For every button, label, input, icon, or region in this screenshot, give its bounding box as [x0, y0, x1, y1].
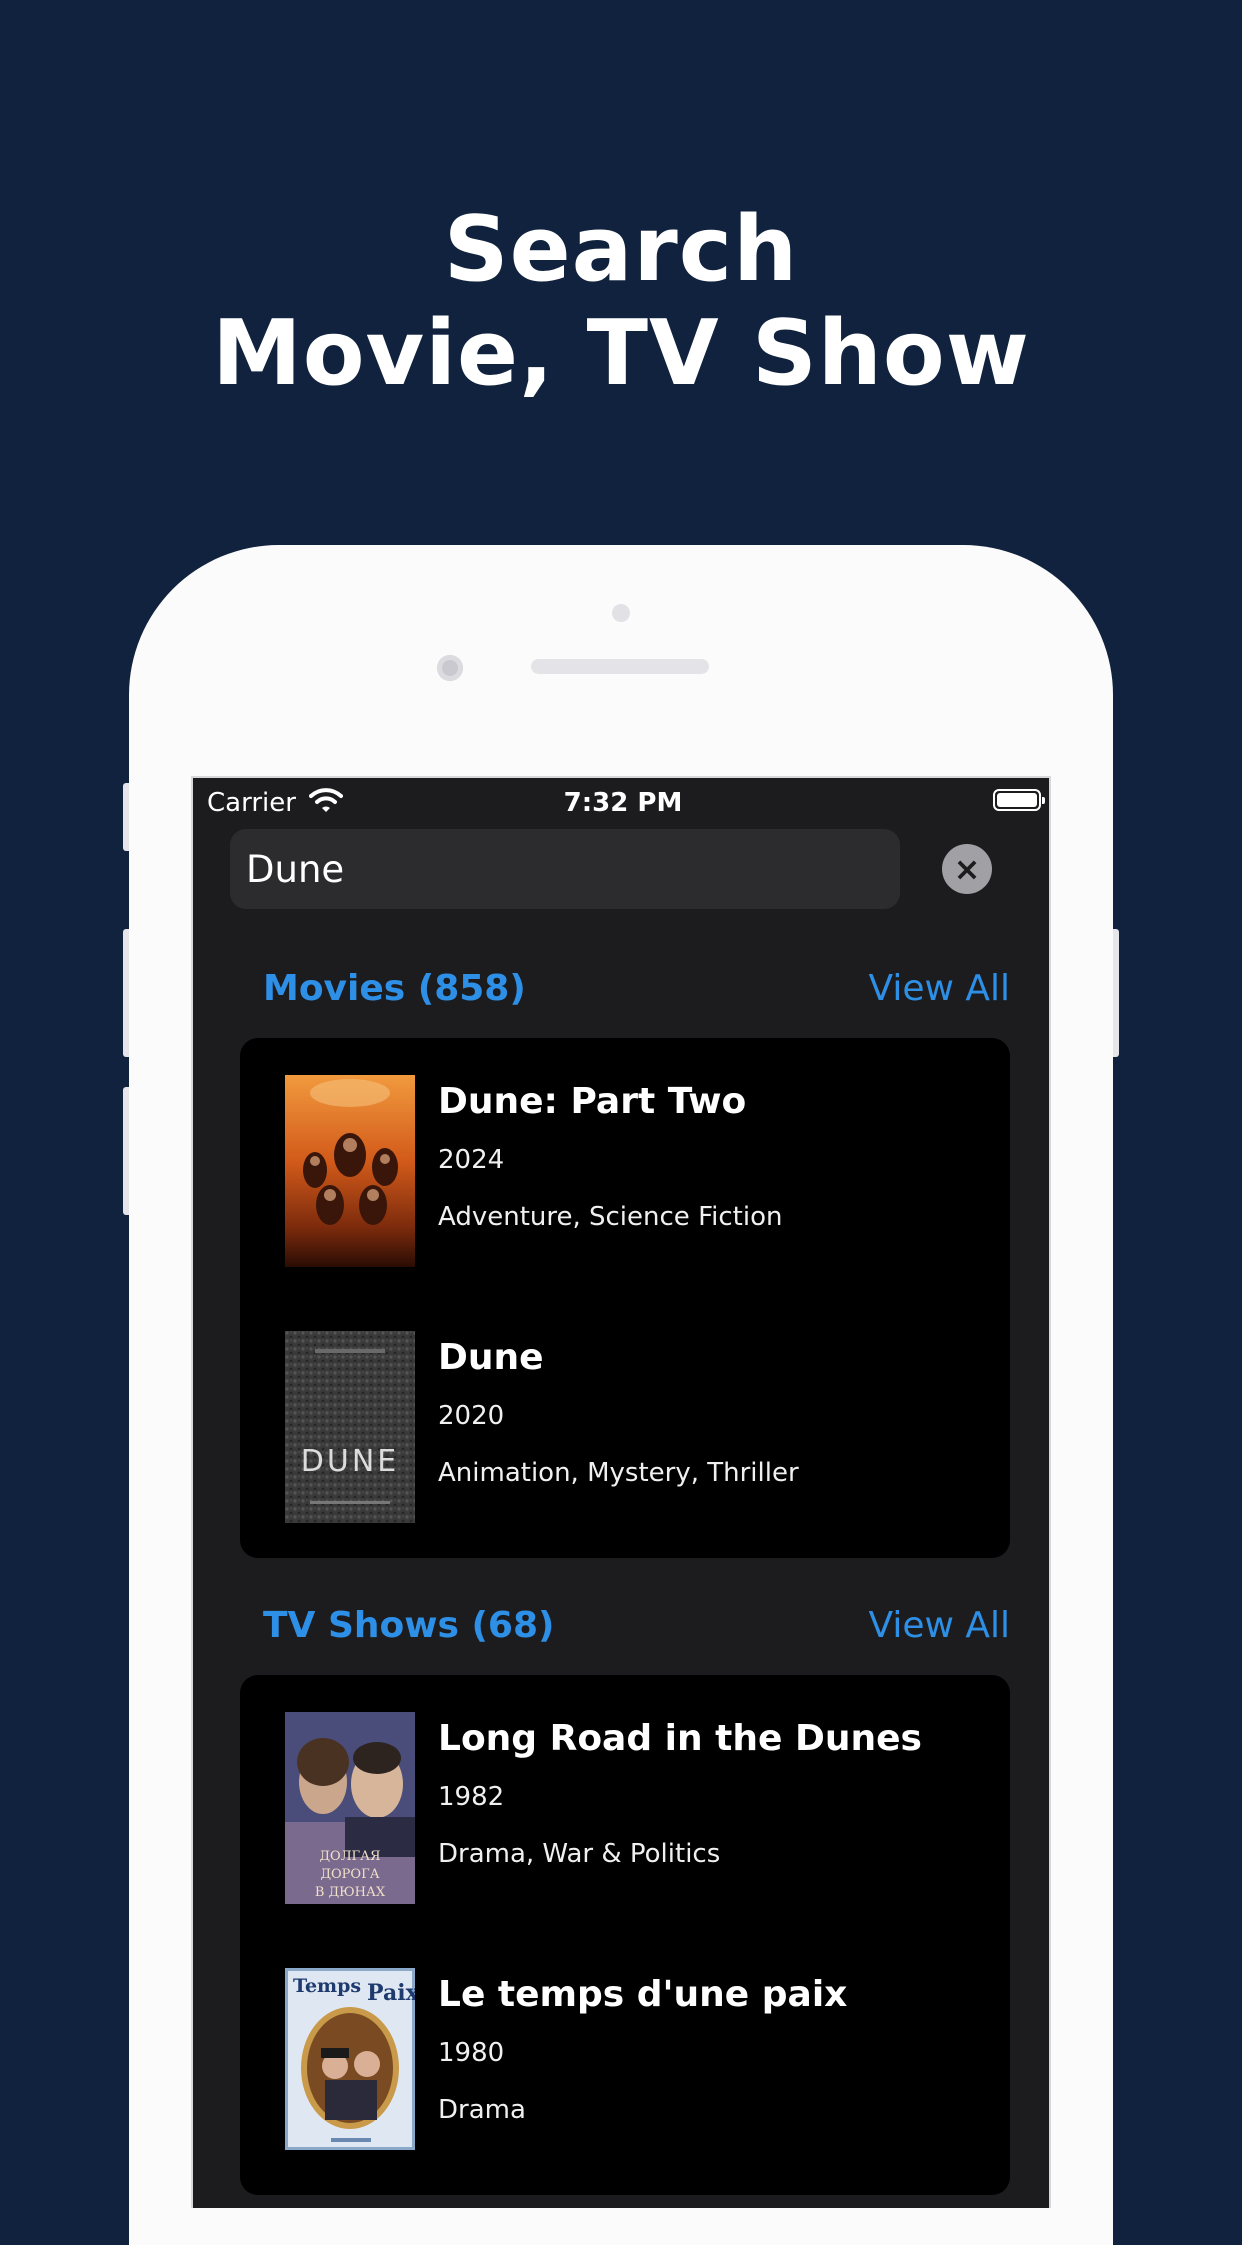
tv-show-list-item[interactable]: ДОЛГАЯ ДОРОГА В ДЮНАХ Long Road in the D… — [240, 1712, 1010, 1908]
tv-show-poster: ДОЛГАЯ ДОРОГА В ДЮНАХ — [285, 1712, 415, 1904]
status-bar: Carrier 7:32 PM — [193, 778, 1049, 824]
tv-show-genres: Drama, War & Politics — [438, 1839, 721, 1869]
movie-year: 2020 — [438, 1401, 505, 1431]
headline-line-2: Movie, TV Show — [212, 301, 1030, 406]
status-time: 7:32 PM — [563, 788, 683, 818]
earpiece-speaker — [531, 659, 709, 674]
app-screen: Carrier 7:32 PM Dune × Movies (858) View… — [191, 776, 1051, 2208]
search-query-text: Dune — [246, 847, 345, 891]
phone-volume-down — [123, 1087, 129, 1215]
movie-title: Dune: Part Two — [438, 1081, 747, 1122]
movie-year: 2024 — [438, 1145, 505, 1175]
movies-view-all-link[interactable]: View All — [868, 968, 1010, 1009]
movie-poster — [285, 1075, 415, 1267]
movie-poster: DUNE — [285, 1331, 415, 1523]
svg-text:Temps: Temps — [293, 1975, 361, 1997]
tv-show-title: Le temps d'une paix — [438, 1974, 848, 2015]
tv-shows-section-title: TV Shows (68) — [263, 1605, 555, 1646]
svg-text:ДОЛГАЯ: ДОЛГАЯ — [319, 1849, 380, 1864]
movie-title: Dune — [438, 1337, 544, 1378]
search-input[interactable]: Dune — [230, 829, 900, 909]
poster-title-text: DUNE — [301, 1444, 399, 1479]
tv-show-year: 1982 — [438, 1782, 505, 1812]
svg-text:В ДЮНАХ: В ДЮНАХ — [315, 1885, 386, 1900]
clear-search-button[interactable]: × — [942, 844, 992, 894]
headline-line-1: Search — [443, 197, 799, 302]
movies-section-title: Movies (858) — [263, 968, 526, 1009]
close-icon: × — [953, 850, 981, 888]
tv-show-title: Long Road in the Dunes — [438, 1718, 922, 1759]
movie-list-item[interactable]: DUNE Dune 2020 Animation, Mystery, Thril… — [240, 1331, 1010, 1527]
phone-volume-up — [123, 929, 129, 1057]
tv-show-genres: Drama — [438, 2095, 526, 2125]
movie-genres: Adventure, Science Fiction — [438, 1202, 783, 1232]
tv-show-year: 1980 — [438, 2038, 505, 2068]
svg-text:ДОРОГА: ДОРОГА — [320, 1867, 379, 1882]
battery-icon — [993, 789, 1045, 811]
tv-shows-results-card: ДОЛГАЯ ДОРОГА В ДЮНАХ Long Road in the D… — [240, 1675, 1010, 2195]
proximity-sensor — [612, 604, 630, 622]
front-camera — [437, 655, 463, 681]
movie-list-item[interactable]: Dune: Part Two 2024 Adventure, Science F… — [240, 1075, 1010, 1271]
movies-section-header: Movies (858) View All — [193, 968, 1049, 1018]
headline: Search Movie, TV Show — [0, 198, 1242, 406]
movie-genres: Animation, Mystery, Thriller — [438, 1458, 799, 1488]
phone-power-button — [1113, 929, 1119, 1057]
tv-shows-view-all-link[interactable]: View All — [868, 1605, 1010, 1646]
svg-text:Paix: Paix — [367, 1980, 415, 2006]
tv-shows-section-header: TV Shows (68) View All — [193, 1605, 1049, 1655]
tv-show-poster: Temps Paix — [285, 1968, 415, 2160]
movies-results-card: Dune: Part Two 2024 Adventure, Science F… — [240, 1038, 1010, 1558]
tv-show-list-item[interactable]: Temps Paix Le temps d'une paix 1980 Dram… — [240, 1968, 1010, 2164]
phone-mute-switch — [123, 783, 129, 851]
